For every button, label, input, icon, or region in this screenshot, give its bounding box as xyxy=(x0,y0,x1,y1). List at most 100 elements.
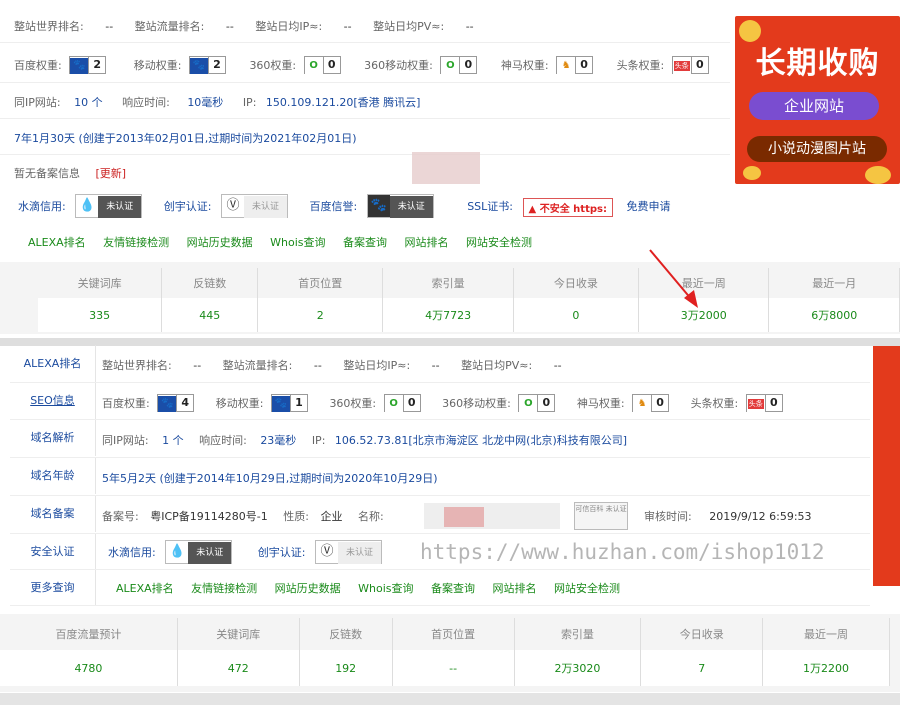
kexin-badge[interactable]: 可信百科 未认证 xyxy=(574,502,628,530)
label-security: 安全认证 xyxy=(10,533,96,570)
stats-header: 反链数 xyxy=(299,618,393,650)
360-icon: O xyxy=(519,396,538,412)
360-icon: O xyxy=(384,396,403,412)
water-credit-label: 水滴信用: xyxy=(108,546,156,559)
baidu-weight-badge[interactable]: 🐾 4 xyxy=(157,394,195,412)
360-weight-badge[interactable]: O0 xyxy=(383,394,421,412)
chuangyu-badge[interactable]: Ⓥ 未认证 xyxy=(314,540,382,564)
shenma-weight-badge[interactable]: ♞ 0 xyxy=(556,56,594,74)
baidu-paw-icon: 🐾 xyxy=(367,195,390,217)
traffic-rank-label: 整站流量排名: xyxy=(222,359,293,372)
response-time-label: 响应时间: xyxy=(122,96,170,109)
free-apply-link[interactable]: 免费申请 xyxy=(626,200,670,213)
label-alexa: ALEXA排名 xyxy=(10,345,96,382)
stats-value[interactable]: 472 xyxy=(177,650,300,686)
360-mobile-weight-label: 360移动权重: xyxy=(364,59,433,72)
stats-value[interactable]: 4万7723 xyxy=(382,298,514,332)
baidu-weight-label: 百度权重: xyxy=(102,397,150,410)
stats-header: 百度流量预计 xyxy=(0,618,178,650)
ip-value: 106.52.73.81[北京市海淀区 北龙中网(北京)科技有限公司] xyxy=(334,434,628,447)
stats-header: 关键词库 xyxy=(38,268,163,298)
top-stats-table: 关键词库 反链数 首页位置 索引量 今日收录 最近一周 最近一月 335 445… xyxy=(38,268,900,332)
red-arrow-icon xyxy=(649,249,698,308)
link-rank[interactable]: 网站排名 xyxy=(405,236,449,249)
shield-v-icon: Ⓥ xyxy=(315,541,338,563)
ad-banner[interactable]: 长期收购 企业网站 小说动漫图片站 xyxy=(735,16,900,184)
toutiao-weight-badge[interactable]: 头条 0 xyxy=(671,56,709,74)
baidu-paw-icon: 🐾 xyxy=(189,58,208,74)
360-weight-label: 360权重: xyxy=(249,59,297,72)
360-mobile-weight-label: 360移动权重: xyxy=(442,397,511,410)
stats-value[interactable]: 445 xyxy=(161,298,259,332)
link-friend-check[interactable]: 友情链接检测 xyxy=(103,236,169,249)
link-rank[interactable]: 网站排名 xyxy=(493,582,537,595)
water-credit-badge[interactable]: 💧 未认证 xyxy=(165,540,233,564)
stats-value[interactable]: 192 xyxy=(299,650,393,686)
water-drop-icon: 💧 xyxy=(166,541,189,563)
link-history[interactable]: 网站历史数据 xyxy=(187,236,253,249)
toutiao-weight-badge[interactable]: 头条 0 xyxy=(745,394,783,412)
baidu-weight-badge[interactable]: 🐾 2 xyxy=(69,56,107,74)
chuangyu-badge[interactable]: Ⓥ 未认证 xyxy=(220,194,288,218)
stats-value[interactable]: 6万8000 xyxy=(768,298,900,332)
link-alexa[interactable]: ALEXA排名 xyxy=(116,582,174,595)
stats-header: 今日收录 xyxy=(513,268,639,298)
ad-button-enterprise[interactable]: 企业网站 xyxy=(749,92,879,120)
beian-update-link[interactable]: [更新] xyxy=(96,167,127,180)
stats-value[interactable]: 335 xyxy=(38,298,163,332)
label-seo[interactable]: SEO信息 xyxy=(10,382,96,419)
ad-button-novel[interactable]: 小说动漫图片站 xyxy=(747,136,887,162)
stats-value[interactable]: 2万3020 xyxy=(514,650,642,686)
bottom-stats-table: 百度流量预计 关键词库 反链数 首页位置 索引量 今日收录 最近一周 4780 … xyxy=(0,618,890,686)
stats-value: 0 xyxy=(513,298,639,332)
label-domain-age: 域名年龄 xyxy=(10,457,96,494)
shenma-weight-badge[interactable]: ♞ 0 xyxy=(632,394,670,412)
daily-pv-value: -- xyxy=(553,359,562,372)
label-beian: 域名备案 xyxy=(10,495,96,532)
response-time-label: 响应时间: xyxy=(199,434,247,447)
stats-value[interactable]: 1万2200 xyxy=(762,650,890,686)
link-history[interactable]: 网站历史数据 xyxy=(275,582,341,595)
audit-value: 2019/9/12 6:59:53 xyxy=(709,510,812,523)
world-rank-value: -- xyxy=(105,20,114,33)
response-time-value: 23毫秒 xyxy=(260,434,297,447)
360-weight-badge[interactable]: O0 xyxy=(303,56,341,74)
top-weight-row: 百度权重: 🐾 2 移动权重: 🐾 2 360权重: O0 360移动权重: O0 … xyxy=(14,56,709,75)
ssl-badge[interactable]: ▲ 不安全 https: xyxy=(522,197,613,217)
top-domain-age: 7年1月30天 (创建于2013年02月01日,过期时间为2021年02月01日… xyxy=(14,132,357,145)
link-security[interactable]: 网站安全检测 xyxy=(466,236,532,249)
360-mobile-weight-badge[interactable]: O0 xyxy=(518,394,556,412)
beian-num-value[interactable]: 粤ICP备19114280号-1 xyxy=(150,510,268,523)
beian-type-label: 性质: xyxy=(283,510,309,523)
baidu-credit-badge[interactable]: 🐾 未认证 xyxy=(366,194,434,218)
water-credit-badge[interactable]: 💧 未认证 xyxy=(75,194,143,218)
same-ip-value[interactable]: 1 个 xyxy=(162,434,184,447)
mobile-weight-badge[interactable]: 🐾 2 xyxy=(188,56,226,74)
link-whois[interactable]: Whois查询 xyxy=(270,236,325,249)
world-rank-label: 整站世界排名: xyxy=(14,20,84,33)
daily-ip-value: -- xyxy=(343,20,352,33)
watermark-text: https://www.huzhan.com/ishop1012 xyxy=(420,540,825,564)
360-mobile-weight-badge[interactable]: O0 xyxy=(440,56,478,74)
stats-header: 首页位置 xyxy=(392,618,515,650)
link-beian[interactable]: 备案查询 xyxy=(431,582,475,595)
mobile-weight-badge[interactable]: 🐾 1 xyxy=(270,394,308,412)
daily-pv-value: -- xyxy=(465,20,474,33)
360-weight-label: 360权重: xyxy=(329,397,377,410)
stats-header: 首页位置 xyxy=(257,268,384,298)
link-security[interactable]: 网站安全检测 xyxy=(554,582,620,595)
stats-header: 最近一月 xyxy=(768,268,900,298)
link-beian[interactable]: 备案查询 xyxy=(343,236,387,249)
link-friend-check[interactable]: 友情链接检测 xyxy=(191,582,257,595)
ip-label: IP: xyxy=(242,96,257,109)
bottom-divider xyxy=(0,693,900,705)
bottom-beian-row: 备案号: 粤ICP备19114280号-1 性质: 企业 名称: xyxy=(102,508,384,524)
beian-info: 暂无备案信息 xyxy=(14,167,80,180)
top-ip-row: 同IP网站: 10 个 响应时间: 10毫秒 IP: 150.109.121.2… xyxy=(14,94,420,110)
link-whois[interactable]: Whois查询 xyxy=(358,582,413,595)
bottom-weight-row: 百度权重: 🐾 4 移动权重: 🐾 1 360权重: O0 360移动权重: O0 … xyxy=(102,394,783,413)
stats-value: 4780 xyxy=(0,650,178,686)
same-ip-value[interactable]: 10 个 xyxy=(74,96,103,109)
ad-banner-partial[interactable] xyxy=(873,346,900,586)
link-alexa[interactable]: ALEXA排名 xyxy=(28,236,86,249)
